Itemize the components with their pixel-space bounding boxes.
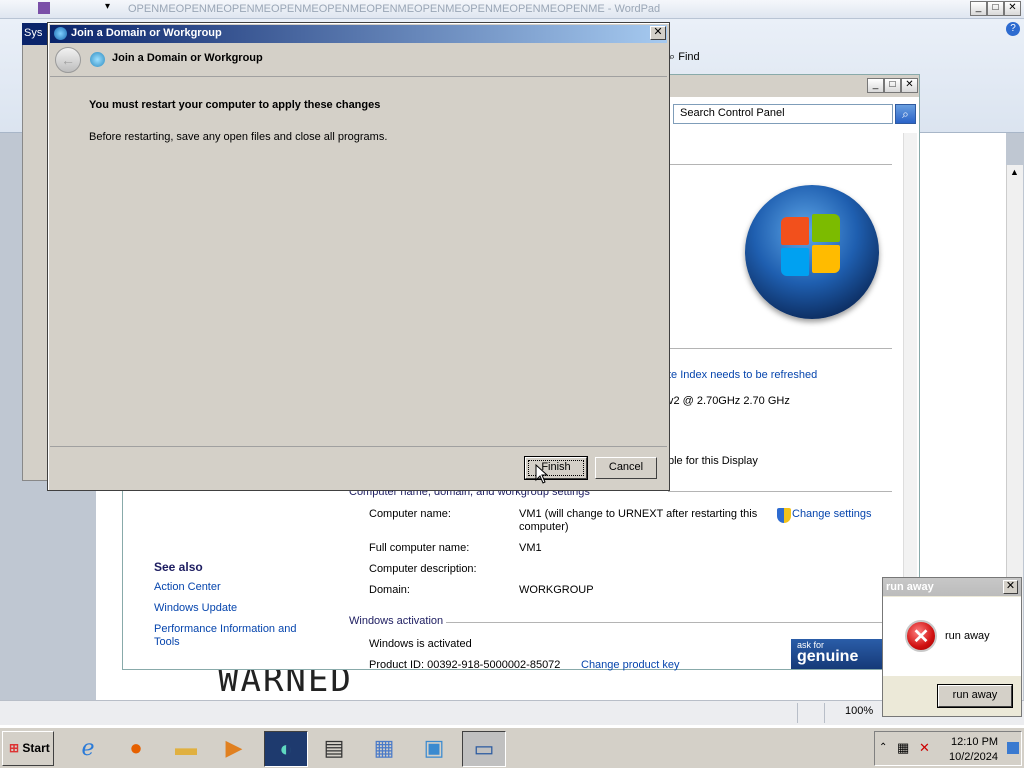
active-app-icon[interactable]: ◐ (264, 731, 308, 767)
mouse-cursor-icon (535, 464, 549, 484)
full-name-label: Full computer name: (369, 542, 470, 554)
run-away-button[interactable]: run away (938, 685, 1012, 707)
performance-info-link-cont[interactable]: Tools (154, 636, 180, 648)
computer-name-value-cont: computer) (519, 521, 569, 533)
windows-logo (745, 185, 879, 319)
find-label: Find (678, 51, 700, 63)
statusbar-divider (797, 703, 825, 723)
restart-instructions: Before restarting, save any open files a… (89, 131, 388, 143)
network-icon (54, 27, 67, 40)
cancel-button[interactable]: Cancel (595, 457, 657, 479)
start-label: Start (22, 741, 50, 755)
description-label: Computer description: (369, 563, 477, 575)
genuine-bottom-text: genuine (797, 648, 859, 665)
cp-maximize-button[interactable]: □ (884, 78, 901, 93)
popup-body: ✕ run away (883, 597, 1021, 676)
scroll-up-icon[interactable]: ▲ (1010, 167, 1019, 177)
wordpad-maximize-button[interactable]: □ (987, 1, 1004, 16)
dialog-title: Join a Domain or Workgroup (71, 27, 222, 39)
find-button[interactable]: ⌕ Find (669, 51, 700, 64)
clock-time[interactable]: 12:10 PM (951, 736, 998, 748)
domain-label: Domain: (369, 584, 410, 596)
divider (668, 491, 892, 492)
change-settings-link[interactable]: Change settings (792, 508, 872, 520)
performance-info-link[interactable]: Performance Information and (154, 623, 296, 635)
domain-value: WORKGROUP (519, 584, 594, 596)
volume-muted-icon[interactable]: ✕ (919, 740, 930, 756)
error-icon: ✕ (905, 620, 937, 652)
restart-heading: You must restart your computer to apply … (89, 99, 381, 111)
control-panel-icon[interactable]: ▣ (412, 731, 456, 767)
search-input[interactable]: Search Control Panel (673, 104, 893, 124)
dialog-titlebar: Join a Domain or Workgroup ✕ (50, 25, 667, 43)
windows-flag-icon: ⊞ (9, 741, 20, 755)
start-button[interactable]: ⊞ Start (2, 731, 54, 766)
firefox-icon[interactable]: ● (114, 731, 158, 767)
shield-icon (777, 508, 791, 523)
join-domain-dialog: Join a Domain or Workgroup ✕ ← Join a Do… (47, 22, 670, 491)
save-icon[interactable] (38, 2, 50, 14)
help-icon[interactable]: ? (1006, 22, 1020, 36)
dialog-close-button[interactable]: ✕ (650, 26, 666, 40)
notepad-icon[interactable]: ▤ (312, 731, 356, 767)
quick-access-arrow[interactable]: ▾ (105, 1, 110, 12)
wordpad-icon[interactable]: ▦ (362, 731, 406, 767)
full-name-value: VM1 (519, 542, 542, 554)
dialog-header: ← Join a Domain or Workgroup (50, 44, 667, 76)
cp-minimize-button[interactable]: _ (867, 78, 884, 93)
divider (668, 164, 892, 165)
product-id: Product ID: 00392-918-5000002-85072 (369, 659, 561, 671)
popup-close-button[interactable]: ✕ (1003, 580, 1018, 594)
back-button[interactable]: ← (55, 47, 81, 73)
show-hidden-icons[interactable]: ⌃ (879, 742, 887, 753)
popup-message: run away (945, 630, 990, 642)
taskbar: ⊞ Start ℯ ● ▬ ▶ ◐ ▤ ▦ ▣ ▭ ⌃ ▦ ✕ 12:10 PM… (0, 727, 1024, 768)
zoom-level: 100% (845, 705, 874, 717)
clock-date[interactable]: 10/2/2024 (949, 751, 998, 763)
search-icon[interactable]: ⌕ (895, 104, 916, 124)
dialog-header-title: Join a Domain or Workgroup (112, 52, 263, 64)
cp-close-button[interactable]: ✕ (901, 78, 918, 93)
pen-touch-value: ble for this Display (668, 455, 758, 467)
computer-icon[interactable]: ▭ (462, 731, 506, 767)
popup-title: run away (883, 578, 1021, 596)
show-desktop-button[interactable] (1007, 742, 1019, 754)
wordpad-titlebar: ▾ OPENMEOPENMEOPENMEOPENMEOPENMEOPENMEOP… (0, 0, 1024, 19)
activation-heading: Windows activation (349, 615, 444, 627)
dialog-content: You must restart your computer to apply … (50, 76, 667, 447)
divider (446, 622, 892, 623)
see-also-heading: See also (154, 560, 203, 574)
wordpad-title: OPENMEOPENMEOPENMEOPENMEOPENMEOPENMEOPEN… (128, 3, 661, 15)
wordpad-close-button[interactable]: ✕ (1004, 1, 1021, 16)
network-tray-icon[interactable]: ▦ (897, 740, 909, 756)
computer-name-label: Computer name: (369, 508, 451, 520)
network-icon (90, 52, 105, 67)
internet-explorer-icon[interactable]: ℯ (66, 731, 110, 767)
media-player-icon[interactable]: ▶ (212, 731, 256, 767)
divider (668, 348, 892, 349)
wordpad-minimize-button[interactable]: _ (970, 1, 987, 16)
activation-status: Windows is activated (369, 638, 472, 650)
action-center-link[interactable]: Action Center (154, 581, 221, 593)
folder-icon[interactable]: ▬ (164, 731, 208, 767)
experience-index-link[interactable]: te Index needs to be refreshed (668, 369, 817, 381)
computer-name-value: VM1 (will change to URNEXT after restart… (519, 508, 758, 520)
system-tray: ⌃ ▦ ✕ 12:10 PM 10/2/2024 (874, 731, 1022, 766)
windows-update-link[interactable]: Windows Update (154, 602, 237, 614)
processor-value: v2 @ 2.70GHz 2.70 GHz (668, 395, 790, 407)
change-product-key-link[interactable]: Change product key (581, 659, 679, 671)
run-away-popup: run away ✕ ✕ run away run away (882, 577, 1022, 717)
